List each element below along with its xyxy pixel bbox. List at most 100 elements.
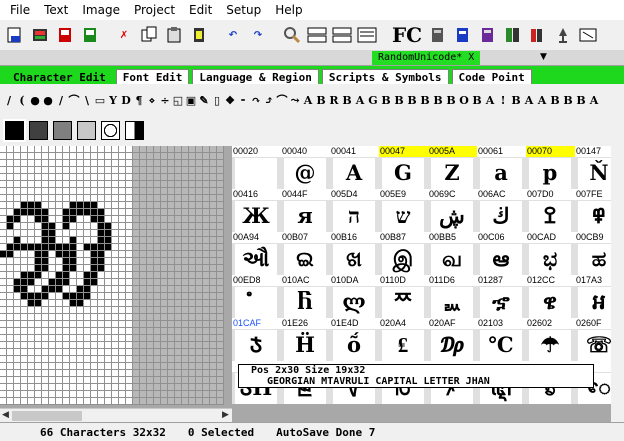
char-cell[interactable]: 00CAD ಭ — [526, 232, 575, 275]
color-swatch-0[interactable] — [3, 118, 26, 142]
char-cell[interactable]: 0044F я — [281, 189, 330, 232]
tab-character-edit[interactable]: Character Edit — [6, 69, 113, 84]
char-cell[interactable]: 01E26 Ḧ — [281, 318, 330, 361]
draw-tool-36[interactable]: B — [472, 91, 482, 109]
draw-tool-11[interactable]: ⋄ — [147, 91, 157, 109]
draw-tool-1[interactable]: ( — [17, 91, 27, 109]
books-icon[interactable] — [527, 23, 549, 47]
paste-icon[interactable] — [163, 23, 185, 47]
draw-tool-31[interactable]: B — [407, 91, 417, 109]
draw-tool-37[interactable]: A — [485, 91, 495, 109]
char-cell[interactable]: 006AC ڬ — [477, 189, 526, 232]
char-cell[interactable]: 00020 — [232, 146, 281, 189]
wrap-icon[interactable] — [331, 23, 353, 47]
draw-tool-22[interactable]: ⤳ — [290, 91, 300, 109]
menu-setup[interactable]: Setup — [219, 0, 268, 20]
draw-tool-20[interactable]: ⤴ — [264, 91, 274, 109]
scroll-left-icon[interactable]: ◀ — [2, 410, 9, 420]
search-icon[interactable] — [281, 23, 303, 47]
tab-font-edit[interactable]: Font Edit — [115, 69, 190, 84]
draw-tool-5[interactable]: ⌒ — [69, 91, 80, 109]
draw-tool-4[interactable]: / — [56, 91, 66, 109]
draw-tool-16[interactable]: ▯ — [212, 91, 222, 109]
char-cell[interactable]: 00041 A — [330, 146, 379, 189]
text-edit-icon[interactable] — [577, 23, 599, 47]
draw-tool-28[interactable]: G — [368, 91, 378, 109]
char-cell[interactable]: 020AF ₯ — [428, 318, 477, 361]
undo-icon[interactable]: ↶ — [222, 23, 244, 47]
pixel-grid[interactable] — [0, 146, 224, 405]
scroll-thumb[interactable] — [12, 411, 82, 421]
draw-tool-6[interactable]: \ — [82, 91, 92, 109]
draw-tool-45[interactable]: A — [589, 91, 599, 109]
color-swatch-4[interactable] — [101, 120, 120, 140]
horizontal-scrollbar[interactable]: ◀ ▶ — [0, 408, 232, 422]
draw-tool-19[interactable]: ↷ — [251, 91, 261, 109]
draw-tool-17[interactable]: ❖ — [225, 91, 235, 109]
menu-help[interactable]: Help — [268, 0, 309, 20]
char-cell[interactable]: 00ED8ໍ — [232, 275, 281, 318]
char-cell[interactable]: 00A94 ઔ — [232, 232, 281, 275]
char-cell[interactable]: 00047 G — [379, 146, 428, 189]
draw-tool-23[interactable]: A — [303, 91, 313, 109]
char-cell[interactable]: 00B07 ଇ — [281, 232, 330, 275]
draw-tool-25[interactable]: R — [329, 91, 339, 109]
book-new-icon[interactable] — [452, 23, 474, 47]
menu-image[interactable]: Image — [75, 0, 127, 20]
book-stack-icon[interactable] — [502, 23, 524, 47]
tab-random-unicode[interactable]: RandomUnicode* X — [372, 51, 481, 65]
draw-tool-13[interactable]: ◱ — [173, 91, 183, 109]
draw-tool-3[interactable]: ● — [43, 91, 53, 109]
menu-text[interactable]: Text — [37, 0, 75, 20]
char-cell[interactable]: 00C06 ఆ — [477, 232, 526, 275]
draw-tool-10[interactable]: ¶ — [134, 91, 144, 109]
redo-icon[interactable]: ↷ — [247, 23, 269, 47]
char-cell[interactable]: 007D0 ߐ — [526, 189, 575, 232]
draw-tool-14[interactable]: ▣ — [186, 91, 196, 109]
menu-edit[interactable]: Edit — [182, 0, 219, 20]
char-cell[interactable]: 012CC ዌ — [526, 275, 575, 318]
draw-tool-34[interactable]: B — [446, 91, 456, 109]
scroll-right-icon[interactable]: ▶ — [222, 410, 229, 420]
draw-tool-35[interactable]: O — [459, 91, 469, 109]
char-cell[interactable]: 02602 ☂ — [526, 318, 575, 361]
char-cell[interactable]: 011D6 ᇖ — [428, 275, 477, 318]
draw-tool-27[interactable]: A — [355, 91, 365, 109]
draw-tool-8[interactable]: Y — [108, 91, 118, 109]
draw-tool-32[interactable]: B — [420, 91, 430, 109]
draw-tool-2[interactable]: ● — [30, 91, 40, 109]
draw-tool-26[interactable]: B — [342, 91, 352, 109]
chevron-down-icon[interactable]: ▼ — [540, 52, 547, 62]
menu-file[interactable]: File — [3, 0, 37, 20]
char-cell[interactable]: 00B16 ଖ — [330, 232, 379, 275]
draw-tool-7[interactable]: ▭ — [95, 91, 105, 109]
draw-tool-9[interactable]: D — [121, 91, 131, 109]
draw-tool-12[interactable]: ÷ — [160, 91, 170, 109]
lamp-icon[interactable] — [552, 23, 574, 47]
char-cell[interactable]: 01287 ኇ — [477, 275, 526, 318]
draw-tool-18[interactable]: ⁃ — [238, 91, 248, 109]
draw-tool-42[interactable]: B — [550, 91, 560, 109]
char-cell[interactable]: 00070 p — [526, 146, 575, 189]
copy-icon[interactable] — [138, 23, 160, 47]
draw-tool-21[interactable]: ⌒ — [277, 91, 288, 109]
char-cell[interactable]: 00040 @ — [281, 146, 330, 189]
char-cell[interactable]: 01E4D ṍ — [330, 318, 379, 361]
draw-tool-33[interactable]: B — [433, 91, 443, 109]
tab-language-region[interactable]: Language & Region — [192, 69, 319, 84]
tab-code-point[interactable]: Code Point — [451, 69, 532, 84]
draw-tool-43[interactable]: B — [563, 91, 573, 109]
clipboard-icon[interactable] — [188, 23, 210, 47]
menu-project[interactable]: Project — [127, 0, 182, 20]
draw-tool-29[interactable]: B — [381, 91, 391, 109]
draw-tool-44[interactable]: B — [576, 91, 586, 109]
char-cell[interactable]: 01CAF Ჯ — [232, 318, 281, 361]
char-cell[interactable]: 0069C ڜ — [428, 189, 477, 232]
book-purple-icon[interactable] — [477, 23, 499, 47]
char-cell[interactable]: 005D4 ה — [330, 189, 379, 232]
char-cell[interactable]: 020A4 ₤ — [379, 318, 428, 361]
draw-tool-15[interactable]: ✎ — [199, 91, 209, 109]
book-grey-icon[interactable] — [427, 23, 449, 47]
tab-scripts-symbols[interactable]: Scripts & Symbols — [321, 69, 449, 84]
char-cell[interactable]: 005E9 ש — [379, 189, 428, 232]
